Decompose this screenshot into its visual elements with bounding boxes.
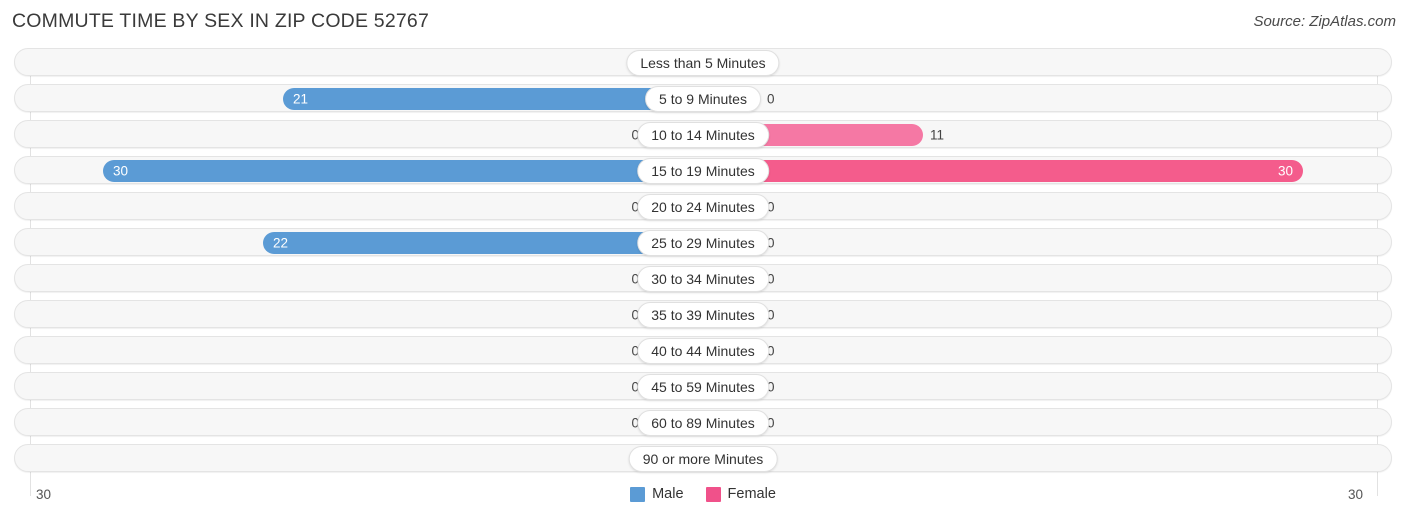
legend-item-female[interactable]: Female	[705, 486, 776, 502]
page-title: COMMUTE TIME BY SEX IN ZIP CODE 52767	[12, 10, 430, 32]
table-row: 0 0 45 to 59 Minutes	[14, 372, 1392, 400]
category-label: 5 to 9 Minutes	[645, 86, 761, 112]
bar-value-male: 21	[293, 91, 309, 107]
category-label: 40 to 44 Minutes	[637, 338, 769, 364]
category-label: 20 to 24 Minutes	[637, 194, 769, 220]
chart-header: COMMUTE TIME BY SEX IN ZIP CODE 52767 So…	[0, 0, 1406, 44]
category-label: 90 or more Minutes	[628, 446, 778, 472]
legend-label: Female	[727, 486, 776, 502]
legend-swatch-icon	[630, 486, 646, 502]
chart-footer: 30 30 Male Female	[0, 484, 1406, 514]
legend-label: Male	[652, 486, 684, 502]
category-label: 15 to 19 Minutes	[637, 158, 769, 184]
legend-item-male[interactable]: Male	[630, 486, 684, 502]
category-label: 60 to 89 Minutes	[637, 410, 769, 436]
source-attribution: Source: ZipAtlas.com	[1253, 13, 1396, 30]
bar-male: 30	[103, 160, 703, 182]
chart-legend: Male Female	[0, 486, 1406, 502]
table-row: 0090 or more Minutes	[14, 444, 1392, 472]
category-label: 45 to 59 Minutes	[637, 374, 769, 400]
table-row: 0 0 60 to 89 Minutes	[14, 408, 1392, 436]
bar-value-female: 11	[930, 127, 945, 143]
table-row: 30 30 15 to 19 Minutes	[14, 156, 1392, 184]
chart-plot-area: 00Less than 5 Minutes 21 0 5 to 9 Minutes0 1…	[0, 48, 1406, 496]
bar-value-male: 22	[273, 235, 289, 251]
legend-swatch-icon	[705, 486, 721, 502]
category-label: 30 to 34 Minutes	[637, 266, 769, 292]
bar-value-female: 30	[1277, 163, 1293, 179]
category-label: 25 to 29 Minutes	[637, 230, 769, 256]
category-label: 35 to 39 Minutes	[637, 302, 769, 328]
table-row: 0 0 20 to 24 Minutes	[14, 192, 1392, 220]
category-label: 10 to 14 Minutes	[637, 122, 769, 148]
bar-value-female: 0	[767, 91, 775, 107]
table-row: 21 0 5 to 9 Minutes	[14, 84, 1392, 112]
bar-value-male: 30	[113, 163, 129, 179]
category-label: Less than 5 Minutes	[626, 50, 780, 76]
table-row: 0 11 10 to 14 Minutes	[14, 120, 1392, 148]
bar-female: 30	[703, 160, 1303, 182]
table-row: 22 0 25 to 29 Minutes	[14, 228, 1392, 256]
table-row: 00Less than 5 Minutes	[14, 48, 1392, 76]
table-row: 0 0 40 to 44 Minutes	[14, 336, 1392, 364]
table-row: 0 0 35 to 39 Minutes	[14, 300, 1392, 328]
table-row: 0 0 30 to 34 Minutes	[14, 264, 1392, 292]
bar-male: 21	[283, 88, 703, 110]
